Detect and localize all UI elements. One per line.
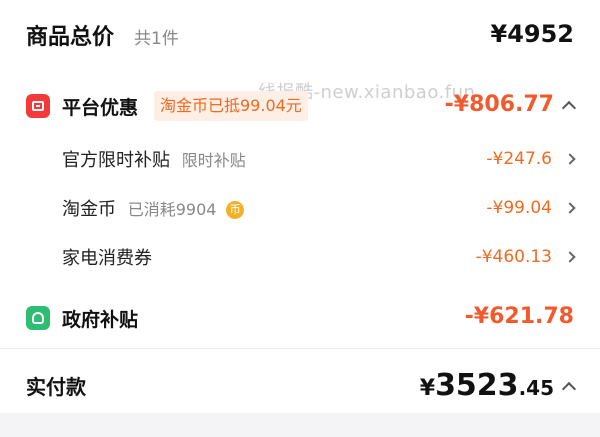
subsidy-row[interactable]: 官方限时补贴 限时补贴 -¥247.6	[0, 143, 600, 175]
taojinbi-amount: -¥99.04	[486, 198, 552, 218]
subsidy-note: 限时补贴	[181, 151, 246, 170]
coupon-title: 家电消费券	[62, 248, 152, 269]
gov-subsidy-title: 政府补贴	[62, 308, 139, 331]
actual-pay-row[interactable]: 实付款 ¥ 3523 .45	[0, 360, 600, 410]
chevron-right-icon[interactable]	[564, 153, 576, 165]
gov-subsidy-amount: -¥621.78	[464, 304, 574, 329]
total-row: 商品总价 共1件 ¥4952	[0, 12, 600, 58]
taojinbi-note: 已消耗9904	[127, 200, 217, 219]
chevron-right-icon[interactable]	[564, 251, 576, 263]
platform-discount-row[interactable]: 平台优惠 淘金币已抵99.04元 -¥806.77	[0, 84, 600, 128]
coupon-amount: -¥460.13	[475, 247, 552, 267]
chevron-right-icon[interactable]	[564, 202, 576, 214]
taojinbi-title: 淘金币 已消耗9904 币	[62, 195, 245, 221]
bottom-strip	[0, 413, 600, 437]
item-count: 共1件	[134, 29, 179, 49]
house-icon	[26, 306, 50, 330]
coin-deduct-tag: 淘金币已抵99.04元	[154, 91, 308, 121]
chevron-up-icon[interactable]	[561, 381, 577, 396]
coupon-row[interactable]: 家电消费券 -¥460.13	[0, 241, 600, 273]
subsidy-amount: -¥247.6	[486, 149, 552, 169]
taojinbi-row[interactable]: 淘金币 已消耗9904 币 -¥99.04	[0, 192, 600, 224]
coin-icon: 币	[226, 201, 245, 219]
platform-discount-amount: -¥806.77	[444, 92, 554, 117]
divider	[0, 348, 600, 349]
platform-discount-title: 平台优惠	[62, 96, 139, 119]
red-packet-icon	[26, 94, 50, 118]
total-amount: ¥4952	[490, 20, 575, 48]
chevron-up-icon[interactable]	[561, 100, 577, 115]
actual-pay-title: 实付款	[26, 374, 86, 399]
total-title: 商品总价	[26, 25, 115, 50]
gov-subsidy-row: 政府补贴 -¥621.78	[0, 298, 600, 338]
actual-pay-amount: ¥ 3523 .45	[419, 368, 554, 403]
subsidy-title: 官方限时补贴 限时补贴	[62, 150, 246, 171]
